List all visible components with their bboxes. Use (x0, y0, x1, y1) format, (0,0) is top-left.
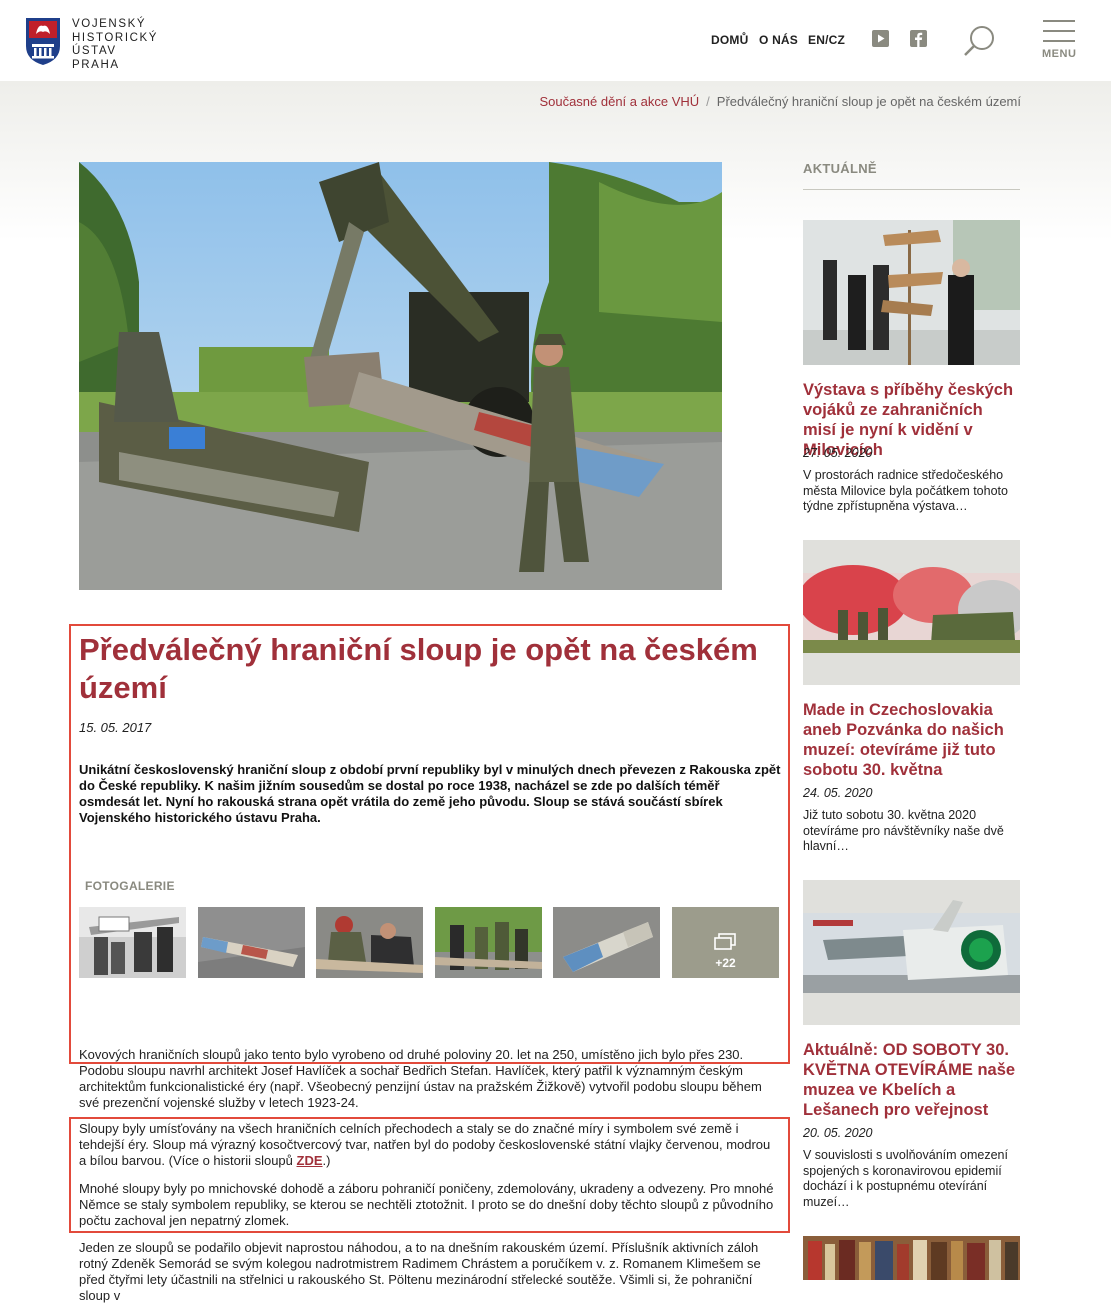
nav-home[interactable]: DOMŮ (711, 33, 748, 47)
news-image[interactable] (803, 540, 1020, 685)
search-icon[interactable] (963, 24, 997, 58)
breadcrumb-current: Předválečný hraniční sloup je opět na če… (716, 94, 1021, 109)
site-header: VOJENSKÝ HISTORICKÝ ÚSTAV PRAHA DOMŮ O N… (0, 0, 1111, 81)
article-title: Předválečný hraniční sloup je opět na če… (79, 632, 758, 705)
logo-text: VOJENSKÝ HISTORICKÝ ÚSTAV PRAHA (72, 18, 164, 72)
news-title[interactable]: Made in Czechoslovakia aneb Pozvánka do … (803, 700, 1020, 780)
gallery-thumbnail[interactable] (79, 907, 186, 978)
news-date: 20. 05. 2020 (803, 1126, 873, 1140)
article-lead: Unikátní československý hraniční sloup z… (79, 762, 781, 825)
gallery-more-button[interactable]: +22 (672, 907, 779, 978)
gallery-heading: FOTOGALERIE (85, 879, 175, 893)
history-link[interactable]: ZDE (297, 1153, 323, 1168)
facebook-icon[interactable] (910, 30, 927, 47)
site-logo[interactable]: VOJENSKÝ HISTORICKÝ ÚSTAV PRAHA (24, 16, 164, 71)
breadcrumb-parent-link[interactable]: Současné dění a akce VHÚ (539, 94, 699, 109)
gallery-thumbnail[interactable] (435, 907, 542, 978)
logo-line-1: VOJENSKÝ (72, 18, 147, 30)
gallery-thumbnail[interactable] (198, 907, 305, 978)
nav-language-switch[interactable]: EN/CZ (808, 33, 845, 47)
article-date: 15. 05. 2017 (79, 720, 152, 735)
sidebar-heading: AKTUÁLNĚ (803, 161, 877, 176)
logo-line-3: ÚSTAV PRAHA (72, 45, 120, 71)
nav-about[interactable]: O NÁS (759, 33, 798, 47)
hamburger-bar (1043, 40, 1075, 42)
gallery-more-count: +22 (715, 956, 736, 970)
news-excerpt: V prostorách radnice středočeského města… (803, 468, 1008, 513)
sidebar-divider (803, 189, 1020, 190)
article-paragraph: Jeden ze sloupů se podařilo objevit napr… (79, 1240, 761, 1303)
coat-of-arms-icon (26, 18, 60, 65)
news-image[interactable] (803, 880, 1020, 1025)
paragraph-text: Sloupy byly umísťovány na všech hraniční… (79, 1121, 771, 1168)
article-paragraph: Sloupy byly umísťovány na všech hraniční… (79, 1121, 781, 1169)
gallery-stack-icon (714, 933, 736, 950)
hamburger-bar (1043, 30, 1075, 32)
news-date: 27. 05. 2020 (803, 446, 873, 460)
news-excerpt: V souvislosti s uvolňováním omezení spoj… (803, 1148, 1008, 1209)
news-image[interactable] (803, 220, 1020, 365)
logo-line-2: HISTORICKÝ (72, 31, 159, 44)
article-paragraph: Kovových hraničních sloupů jako tento by… (79, 1047, 762, 1110)
menu-label: MENU (1042, 48, 1077, 60)
menu-button[interactable]: MENU (1041, 20, 1077, 62)
news-date: 24. 05. 2020 (803, 786, 873, 800)
news-excerpt: Již tuto sobotu 30. května 2020 otevírám… (803, 808, 1004, 853)
hamburger-bar (1043, 20, 1075, 22)
news-image[interactable] (803, 1236, 1020, 1280)
youtube-icon[interactable] (872, 30, 889, 47)
gallery-thumbnail[interactable] (553, 907, 660, 978)
breadcrumb-separator: / (706, 94, 710, 109)
article-hero-image (79, 162, 722, 590)
breadcrumb: Současné dění a akce VHÚ / Předválečný hra… (539, 94, 1021, 109)
paragraph-text-end: .) (322, 1153, 331, 1168)
article-paragraph: Mnohé sloupy byly po mnichovské dohodě a… (79, 1181, 774, 1228)
gallery-thumbnail[interactable] (316, 907, 423, 978)
news-title[interactable]: Aktuálně: OD SOBOTY 30. KVĚTNA OTEVÍRÁME… (803, 1040, 1020, 1120)
